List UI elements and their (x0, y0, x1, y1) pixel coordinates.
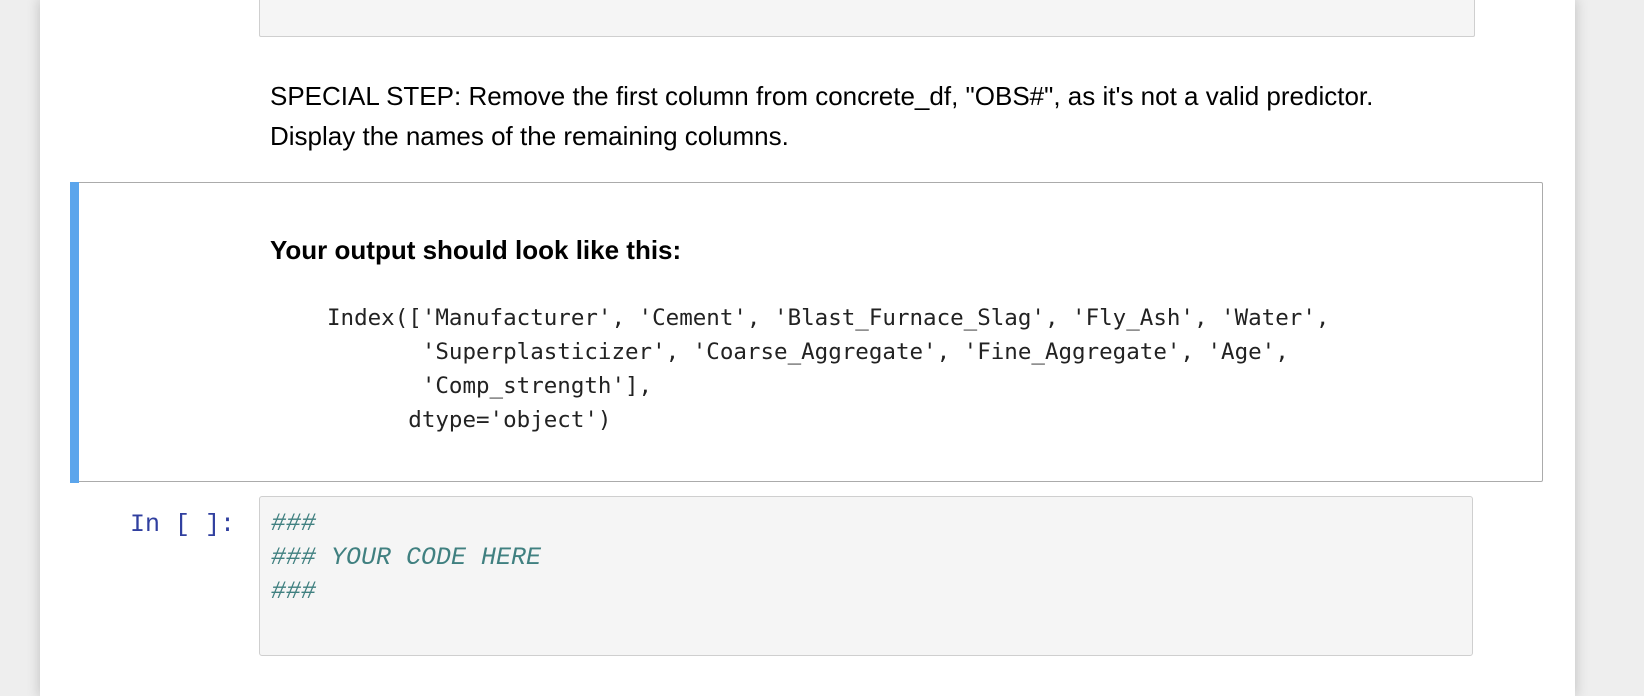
expected-output-code: Index(['Manufacturer', 'Cement', 'Blast_… (327, 305, 1330, 433)
markdown-cell[interactable]: SPECIAL STEP: Remove the first column fr… (270, 76, 1490, 156)
input-prompt: In [ ]: (130, 510, 236, 539)
notebook-container: SPECIAL STEP: Remove the first column fr… (40, 0, 1575, 696)
selected-cell-indicator (70, 182, 79, 483)
code-line: ### YOUR CODE HERE (271, 543, 542, 572)
code-line: ### (271, 509, 317, 538)
markdown-line-2: Display the names of the remaining colum… (270, 121, 789, 151)
code-line: ### (271, 577, 317, 606)
code-editor-content[interactable]: ### ### YOUR CODE HERE ### (271, 507, 541, 609)
expected-output-heading: Your output should look like this: (270, 235, 682, 265)
expected-output-markdown-cell[interactable]: Your output should look like this: Index… (70, 182, 1543, 483)
code-cell-editor[interactable]: ### ### YOUR CODE HERE ### (259, 496, 1473, 656)
markdown-line-1: SPECIAL STEP: Remove the first column fr… (270, 81, 1374, 111)
previous-code-cell-input[interactable] (259, 0, 1475, 37)
